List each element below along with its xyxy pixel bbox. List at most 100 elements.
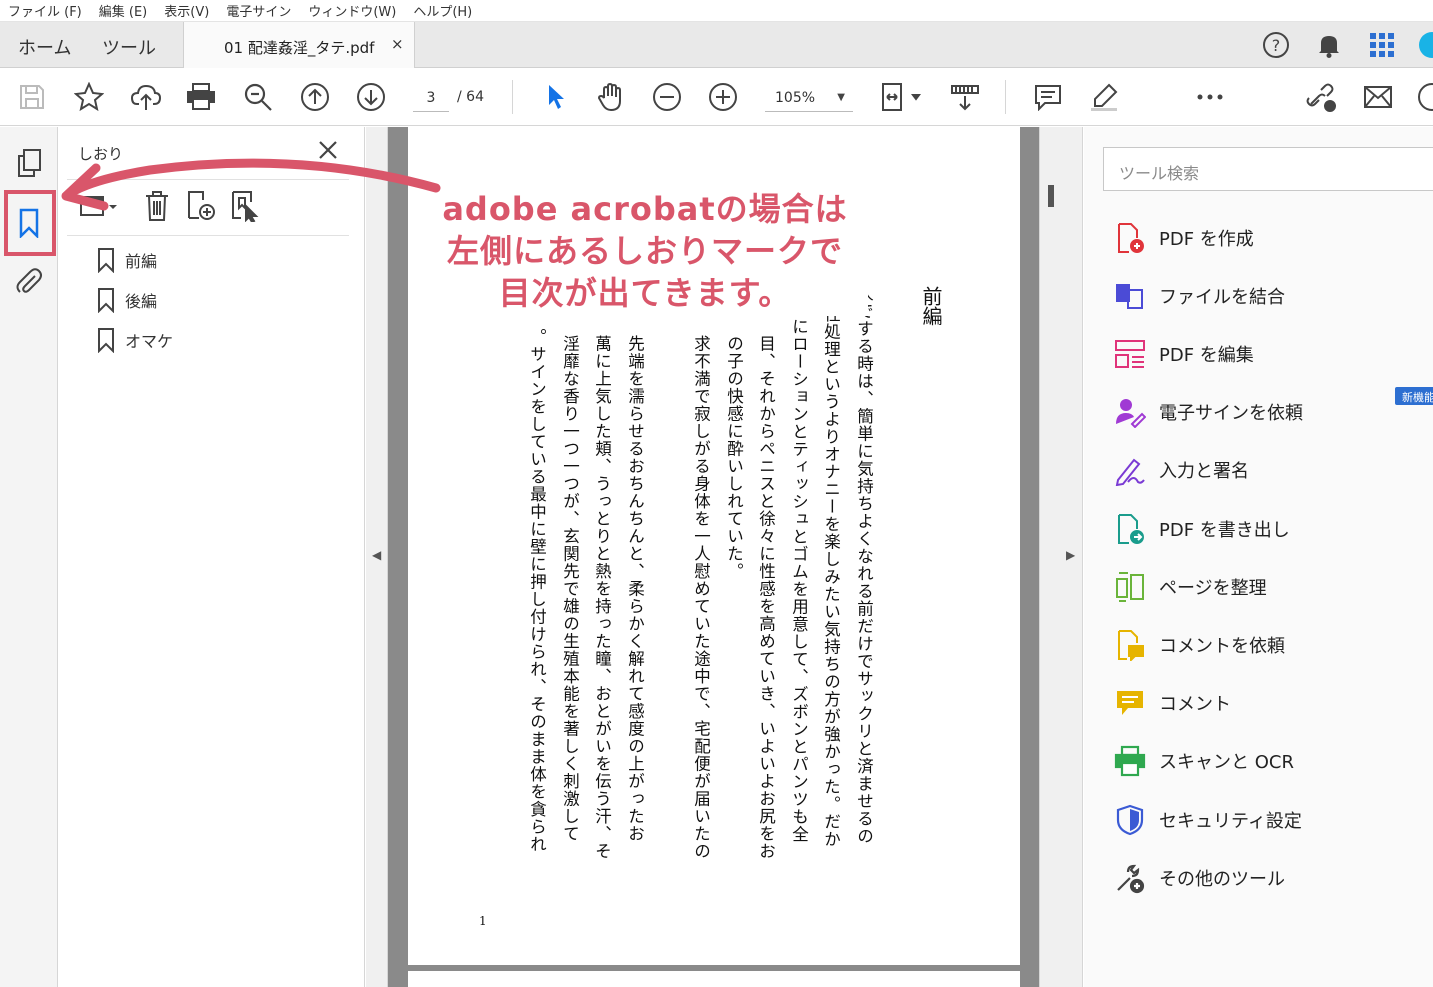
tool-comment[interactable]: コメント	[1113, 683, 1413, 723]
collapse-left-icon[interactable]: ◀	[372, 548, 381, 562]
previous-page-icon[interactable]	[299, 81, 331, 113]
tool-edit-pdf[interactable]: PDF を編集	[1113, 334, 1413, 374]
bookmark-icon	[98, 248, 114, 273]
more-tools-icon	[1113, 861, 1147, 895]
bookmark-item[interactable]: オマケ	[97, 327, 297, 353]
help-icon[interactable]: ?	[1262, 31, 1290, 59]
tool-protect[interactable]: セキュリティ設定	[1113, 800, 1413, 840]
tool-more-tools[interactable]: その他のツール	[1113, 858, 1413, 898]
export-pdf-icon	[1113, 512, 1147, 546]
tab-document[interactable]: 01 配達姦淫_タテ.pdf ×	[183, 22, 415, 68]
toolbar-divider	[512, 80, 513, 114]
bookmark-item[interactable]: 後編	[97, 287, 297, 313]
tab-tools[interactable]: ツール	[102, 34, 156, 60]
page-text-column: 先端を濡らせるおちんちんと、柔らかく解れて感度の上がったお	[625, 335, 645, 843]
chevron-down-icon: ▼	[837, 92, 845, 103]
divider	[67, 179, 349, 180]
tool-label: その他のツール	[1159, 869, 1285, 890]
bookmark-label: 後編	[125, 292, 158, 311]
page-number-input[interactable]: 3	[413, 86, 449, 112]
tool-organize-pages[interactable]: ページを整理	[1113, 567, 1413, 607]
menu-edit[interactable]: 編集 (E)	[99, 1, 148, 20]
menu-view[interactable]: 表示(V)	[164, 1, 209, 20]
bell-icon[interactable]	[1315, 31, 1343, 59]
tool-combine-files[interactable]: ファイルを結合	[1113, 276, 1413, 316]
account-icon[interactable]	[1416, 81, 1433, 113]
tool-label: ページを整理	[1159, 578, 1267, 599]
zoom-in-icon[interactable]	[707, 81, 739, 113]
apps-grid-icon[interactable]	[1368, 31, 1396, 59]
tool-export-pdf[interactable]: PDF を書き出し	[1113, 509, 1413, 549]
protect-icon	[1113, 803, 1147, 837]
right-panel-collapse-handle[interactable]: ▶	[1061, 127, 1083, 987]
avatar[interactable]	[1418, 31, 1433, 59]
close-icon[interactable]	[317, 139, 339, 161]
tool-request-signature[interactable]: 電子サインを依頼	[1113, 392, 1413, 432]
collapse-right-icon[interactable]: ▶	[1066, 548, 1075, 562]
bookmark-panel-icon[interactable]	[13, 207, 45, 239]
tool-fill-sign[interactable]: 入力と署名	[1113, 450, 1413, 490]
pdf-next-page	[408, 971, 1020, 987]
bookmark-options-icon[interactable]	[77, 189, 121, 223]
scroll-mode-icon[interactable]	[949, 81, 981, 113]
email-icon[interactable]	[1362, 81, 1394, 113]
combine-files-icon	[1113, 279, 1147, 313]
more-options-icon[interactable]	[1194, 81, 1226, 113]
new-bookmark-icon[interactable]	[185, 189, 217, 223]
zoom-level: 105%	[775, 90, 816, 106]
bookmark-label: オマケ	[125, 332, 174, 351]
tool-label: セキュリティ設定	[1159, 811, 1302, 832]
tool-scan-ocr[interactable]: スキャンと OCR	[1113, 741, 1413, 781]
star-icon[interactable]	[73, 81, 105, 113]
page-text-column: 淫靡な香り一つ一つが、玄関先で雄の生殖本能を著しく刺激して	[560, 335, 580, 843]
bookmarks-panel: しおり 前編 後編 オマケ	[59, 127, 365, 987]
menu-window[interactable]: ウィンドウ(W)	[308, 1, 396, 20]
left-panel-collapse-handle[interactable]: ◀	[366, 127, 388, 987]
tool-create-pdf[interactable]: PDF を作成	[1113, 218, 1413, 258]
page-text-column: の子の快感に酔いしれていた。	[724, 335, 744, 580]
bookmark-icon	[98, 328, 114, 353]
page-text-column: 。サインをしている最中に壁に押し付けられ、そのまま体を貪られ	[527, 328, 547, 853]
close-tab-icon[interactable]: ×	[391, 35, 404, 53]
hand-tool-icon[interactable]	[595, 81, 627, 113]
scrollbar-thumb[interactable]	[1048, 185, 1054, 207]
bookmark-item[interactable]: 前編	[97, 247, 297, 273]
document-tab-title: 01 配達姦淫_タテ.pdf	[224, 39, 375, 57]
page-fit-icon[interactable]	[878, 81, 924, 113]
bookmark-label: 前編	[125, 252, 158, 271]
print-icon[interactable]	[185, 81, 217, 113]
tab-home[interactable]: ホーム	[18, 34, 71, 60]
bookmarks-panel-title: しおり	[78, 145, 124, 163]
vertical-scrollbar[interactable]	[1039, 127, 1061, 987]
zoom-out-icon[interactable]	[651, 81, 683, 113]
comment-tool-icon	[1113, 686, 1147, 720]
page-text-column: 萬に上気した頬、うっとりと熱を持った瞳、おとがいを伝う汗、そ	[592, 335, 612, 860]
page-total: / 64	[457, 89, 484, 105]
next-page-icon[interactable]	[355, 81, 387, 113]
left-navigation-rail	[0, 127, 58, 987]
delete-bookmark-icon[interactable]	[141, 189, 173, 223]
menu-e-sign[interactable]: 電子サイン	[226, 1, 291, 20]
share-link-icon[interactable]	[1305, 81, 1337, 113]
bookmark-from-selection-icon[interactable]	[229, 189, 261, 223]
annotation-line: 左側にあるしおりマークで	[446, 232, 843, 270]
zoom-search-icon[interactable]	[242, 81, 274, 113]
comment-icon[interactable]	[1032, 81, 1064, 113]
tool-label: ファイルを結合	[1159, 287, 1285, 308]
tool-label: 電子サインを依頼	[1159, 403, 1303, 424]
request-signature-icon	[1113, 395, 1147, 429]
menu-help[interactable]: ヘルプ(H)	[413, 1, 472, 20]
tool-label: PDF を編集	[1159, 345, 1254, 366]
select-cursor-icon[interactable]	[539, 81, 571, 113]
new-feature-badge: 新機能	[1395, 387, 1433, 405]
cloud-upload-icon[interactable]	[130, 81, 162, 113]
tool-search-input[interactable]: ツール検索	[1103, 147, 1433, 191]
attachment-icon[interactable]	[13, 265, 45, 297]
page-thumbnails-icon[interactable]	[13, 147, 45, 179]
tool-request-comments[interactable]: コメントを依頼	[1113, 625, 1413, 665]
highlight-pen-icon[interactable]	[1088, 81, 1120, 113]
menu-file[interactable]: ファイル (F)	[8, 1, 82, 20]
save-icon[interactable]	[16, 81, 48, 113]
page-text-column: 目、それからペニスと徐々に性感を高めていき、いよいよお尻をお	[756, 335, 776, 860]
zoom-dropdown[interactable]: 105% ▼	[765, 86, 853, 112]
